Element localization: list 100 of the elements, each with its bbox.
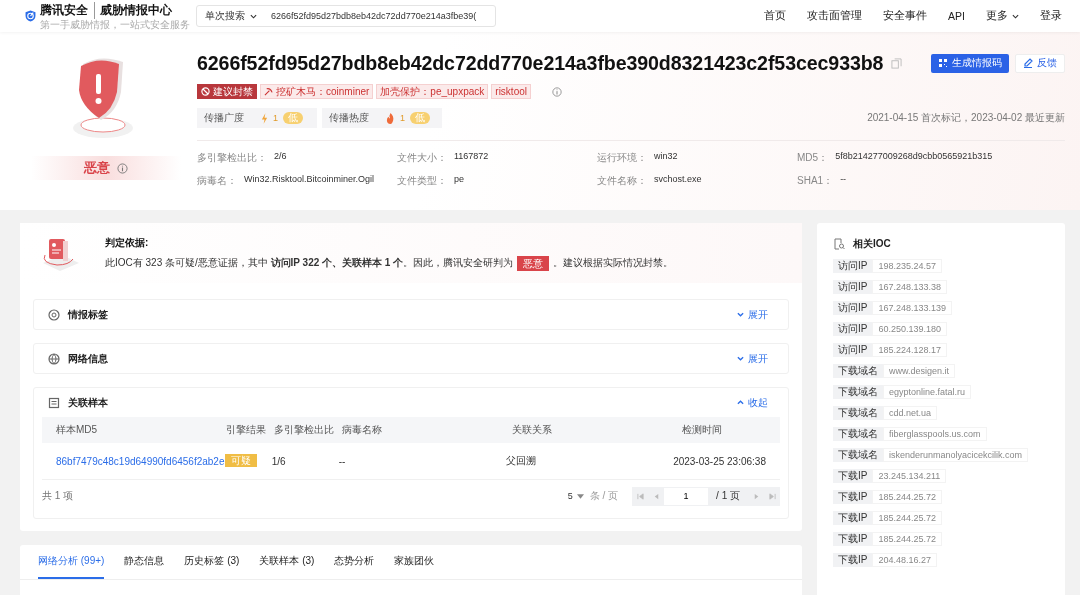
- metric-value: 1: [273, 113, 278, 123]
- page-size-select[interactable]: 5: [567, 491, 584, 501]
- info-icon[interactable]: [552, 86, 562, 97]
- ioc-value[interactable]: 185.224.128.17: [872, 343, 947, 357]
- tab[interactable]: 历史标签 (3): [184, 545, 240, 579]
- verdict-label: 恶意: [83, 159, 110, 177]
- nav-link[interactable]: 更多: [986, 9, 1019, 23]
- column-header: 病毒名称: [342, 423, 383, 437]
- toggle-button[interactable]: 展开: [737, 307, 768, 322]
- field-label: MD5：: [797, 151, 829, 165]
- copy-icon[interactable]: [891, 57, 903, 69]
- field-label: 病毒名：: [197, 174, 237, 188]
- page-size-unit: 条 / 页: [589, 489, 619, 503]
- ioc-value[interactable]: iskenderunmanolyacicekcilik.com: [883, 448, 1029, 462]
- threat-tag: risktool: [491, 84, 531, 99]
- field-label: 文件大小：: [397, 151, 447, 165]
- ioc-value[interactable]: 167.248.133.38: [872, 280, 947, 294]
- nav-link[interactable]: API: [948, 9, 965, 23]
- nav-link[interactable]: 攻击面管理: [807, 9, 863, 23]
- product-name: 威胁情报中心: [94, 2, 172, 19]
- action-button[interactable]: 生成情报码: [931, 53, 1009, 73]
- chevron-icon: [737, 356, 744, 361]
- ioc-value[interactable]: 60.250.139.180: [872, 322, 947, 336]
- ioc-value[interactable]: 185.244.25.72: [872, 511, 942, 525]
- ioc-value[interactable]: cdd.net.ua: [883, 406, 938, 420]
- ioc-value[interactable]: 185.244.25.72: [872, 490, 942, 504]
- ioc-value[interactable]: 204.48.16.27: [872, 553, 937, 567]
- column-header: 关联关系: [512, 423, 553, 437]
- ban-icon: [201, 87, 210, 96]
- total-count: 共 1 项: [42, 489, 74, 503]
- tab[interactable]: 家族团伙: [394, 545, 435, 579]
- badge-icon: [48, 308, 60, 321]
- pen-icon: [1023, 58, 1033, 68]
- ioc-value[interactable]: egyptonline.fatal.ru: [883, 385, 972, 399]
- basis-recommendation: 。建议根据实际情况封禁。: [553, 256, 674, 270]
- result-badge: 可疑: [224, 454, 257, 467]
- field-label: SHA1：: [797, 174, 834, 188]
- field-value: 2/6: [274, 151, 287, 163]
- brand-name: 腾讯安全: [40, 2, 88, 19]
- field-label: 文件名称：: [597, 174, 647, 188]
- action-button[interactable]: 反馈: [1015, 53, 1065, 73]
- ioc-type-label: 下载域名: [833, 448, 883, 462]
- toggle-button[interactable]: 收起: [737, 395, 768, 410]
- chevron-icon: [737, 312, 744, 317]
- ioc-value[interactable]: fiberglasspools.us.com: [883, 427, 987, 441]
- sample-md5-link[interactable]: 86bf7479c48c19d64990fd6456f2ab2e: [56, 455, 225, 467]
- tab[interactable]: 态势分析: [334, 545, 375, 579]
- metric-label: 传播热度: [329, 111, 369, 125]
- ioc-type-label: 下载域名: [833, 364, 883, 378]
- threat-tag: 建议封禁: [197, 84, 257, 99]
- metric-value: 1: [400, 113, 405, 123]
- ioc-type-label: 下载域名: [833, 406, 883, 420]
- ioc-type-label: 下载IP: [833, 469, 873, 483]
- section-title: 网络信息: [68, 351, 108, 366]
- ioc-value[interactable]: 167.248.133.139: [872, 301, 953, 315]
- ioc-value[interactable]: 198.235.24.57: [872, 259, 942, 273]
- page-input[interactable]: 1: [664, 487, 709, 505]
- basis-title: 判定依据:: [105, 235, 150, 250]
- date-info: 2021-04-15 首次标记，2023-04-02 最近更新: [867, 111, 1065, 125]
- threat-tag: 挖矿木马：coinminer: [260, 84, 374, 99]
- info-icon[interactable]: [116, 162, 128, 174]
- field-label: 多引擎检出比：: [197, 151, 267, 165]
- toggle-button[interactable]: 展开: [737, 351, 768, 366]
- tab[interactable]: 静态信息: [124, 545, 165, 579]
- ioc-type-label: 下载IP: [833, 553, 873, 567]
- ioc-value[interactable]: www.desigen.it: [883, 364, 956, 378]
- search-field[interactable]: 单次搜索 6266f52fd95d27bdb8eb42dc72dd770e214a3fbe39(: [196, 5, 496, 27]
- field-value: win32: [654, 151, 678, 163]
- next-icon: [752, 492, 760, 500]
- section-title: 关联样本: [68, 395, 108, 410]
- ioc-type-label: 访问IP: [833, 280, 873, 294]
- caret-icon: [250, 13, 257, 19]
- ioc-type-label: 下载IP: [833, 511, 873, 525]
- table-cell-text: --: [338, 455, 347, 467]
- pickaxe-icon: [264, 87, 273, 96]
- ioc-type-label: 下载IP: [833, 532, 873, 546]
- document-search-icon: [833, 238, 845, 250]
- column-header: 样本MD5: [56, 423, 99, 437]
- table-cell: 2023-03-25 23:06:38: [673, 455, 766, 467]
- ioc-value[interactable]: 23.245.134.211: [872, 469, 947, 483]
- search-mode-dropdown[interactable]: 单次搜索: [197, 6, 267, 26]
- previous-icon: [652, 492, 660, 500]
- ioc-type-label: 访问IP: [833, 343, 873, 357]
- tab[interactable]: 网络分析 (99+): [38, 545, 105, 579]
- ioc-value[interactable]: 185.244.25.72: [872, 532, 942, 546]
- first-page-icon: [636, 492, 644, 500]
- tab[interactable]: 关联样本 (3): [259, 545, 315, 579]
- section-title: 情报标签: [68, 307, 108, 322]
- ioc-type-label: 访问IP: [833, 301, 873, 315]
- qr-code-icon: [938, 58, 948, 68]
- field-value: 5f8b214277009268d9cbb0565921b315: [835, 151, 993, 163]
- column-header: 多引擎检出比: [274, 423, 335, 437]
- caret-icon: [576, 493, 584, 499]
- nav-link[interactable]: 首页: [764, 9, 787, 23]
- nav-link[interactable]: 登录: [1040, 9, 1062, 23]
- field-value: --: [840, 174, 847, 186]
- field-value: 1167872: [454, 151, 489, 163]
- nav-link[interactable]: 安全事件: [883, 9, 928, 23]
- field-label: 运行环境：: [597, 151, 647, 165]
- level-badge: 低: [283, 112, 303, 124]
